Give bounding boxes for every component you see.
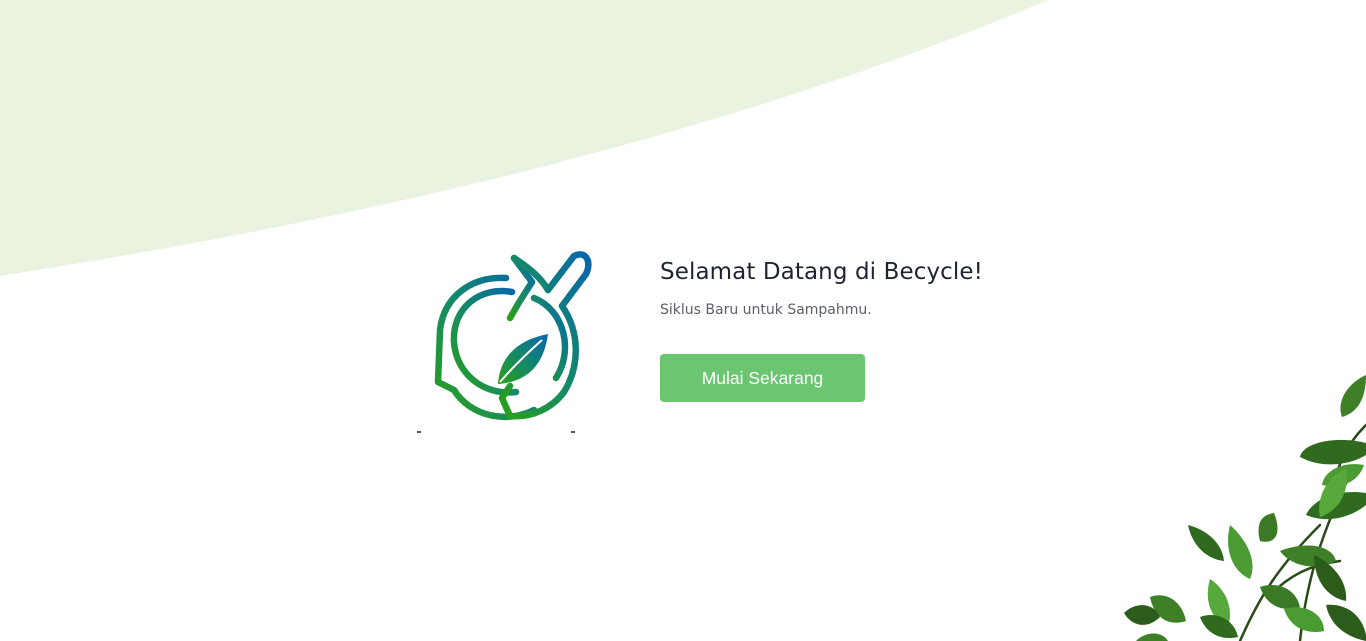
hero-section: Selamat Datang di Becycle! Siklus Baru u…	[660, 254, 1080, 320]
get-started-button[interactable]: Mulai Sekarang	[660, 354, 865, 402]
plant-leaves-icon	[1124, 375, 1366, 641]
landing-page: Selamat Datang di Becycle! Siklus Baru u…	[0, 0, 1366, 641]
page-title: Selamat Datang di Becycle!	[660, 259, 983, 285]
becycle-logo-icon	[417, 251, 592, 433]
page-subtitle: Siklus Baru untuk Sampahmu.	[660, 302, 872, 318]
